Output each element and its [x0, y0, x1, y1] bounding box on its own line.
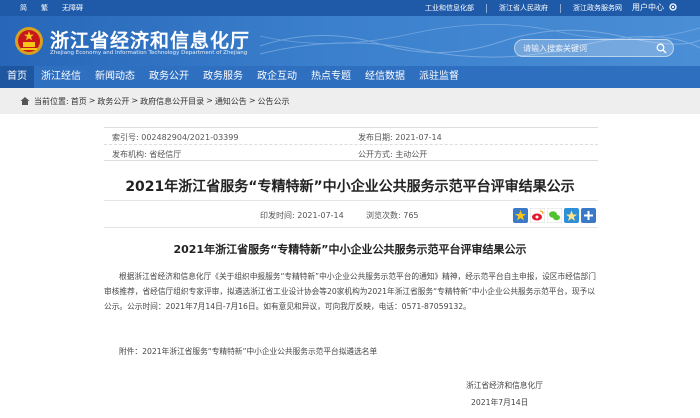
nav-item-government-affairs[interactable]: 政务公开 [142, 66, 196, 88]
wechat-icon[interactable] [547, 208, 562, 223]
publish-date: 发布日期: 2021-07-14 [358, 133, 442, 142]
external-links: 工业和信息化部 浙江省人民政府 浙江政务服务网 [425, 3, 622, 13]
site-subtitle: Zhejiang Economy and Information Technol… [50, 50, 248, 56]
nav-item-home[interactable]: 首页 [0, 66, 34, 88]
breadcrumb-separator: > [131, 96, 139, 105]
settings-icon[interactable] [668, 2, 678, 12]
weibo-icon[interactable] [530, 208, 545, 223]
miit-link[interactable]: 工业和信息化部 [425, 3, 474, 13]
breadcrumb-separator: > [206, 96, 213, 105]
accessibility-link[interactable]: 无障碍 [62, 3, 83, 13]
article-stats-bar: 印发时间: 2021-07-14 浏览次数: 765 [104, 200, 598, 228]
meta-row: 发布机构: 省经信厅 公开方式: 主动公开 [104, 145, 598, 162]
national-emblem-logo[interactable] [14, 26, 44, 56]
breadcrumb-separator: > [88, 96, 96, 105]
signature-organization: 浙江省经济和信息化厅 [466, 381, 543, 390]
search-box[interactable] [514, 39, 674, 57]
nav-item-supervision[interactable]: 派驻监督 [412, 66, 466, 88]
document-meta-table: 索引号: 002482904/2021-03399 发布日期: 2021-07-… [104, 127, 598, 161]
nav-item-hot-topics[interactable]: 热点专题 [304, 66, 358, 88]
zj-service-link[interactable]: 浙江政务服务网 [573, 3, 622, 13]
search-icon[interactable] [656, 43, 667, 54]
nav-item-news[interactable]: 新闻动态 [88, 66, 142, 88]
favorite-star-icon[interactable] [513, 208, 528, 223]
language-links: 简 繁 无障碍 [20, 3, 83, 13]
nav-item-zhejiang-jingxin[interactable]: 浙江经信 [34, 66, 88, 88]
nav-item-interaction[interactable]: 政企互动 [250, 66, 304, 88]
qzone-icon[interactable] [564, 208, 579, 223]
main-navigation: 首页 浙江经信 新闻动态 政务公开 政务服务 政企互动 热点专题 经信数据 派驻… [0, 66, 700, 88]
nav-item-data[interactable]: 经信数据 [358, 66, 412, 88]
index-number: 索引号: 002482904/2021-03399 [112, 133, 239, 142]
more-share-icon[interactable] [581, 208, 596, 223]
traditional-chinese-link[interactable]: 繁 [41, 3, 48, 13]
meta-row: 索引号: 002482904/2021-03399 发布日期: 2021-07-… [104, 128, 598, 145]
user-center-link[interactable]: 用户中心 [632, 2, 664, 13]
breadcrumb-announcements[interactable]: 公告公示 [258, 96, 290, 107]
site-title[interactable]: 浙江省经济和信息化厅 [50, 26, 250, 53]
home-icon [20, 97, 30, 105]
divider [560, 3, 561, 13]
view-count: 浏览次数: 765 [366, 211, 419, 220]
publisher: 发布机构: 省经信厅 [112, 150, 182, 159]
zj-government-link[interactable]: 浙江省人民政府 [499, 3, 548, 13]
breadcrumb-notices[interactable]: 通知公告 [215, 96, 247, 107]
top-utility-bar: 简 繁 无障碍 工业和信息化部 浙江省人民政府 浙江政务服务网 用户中心 [0, 0, 700, 16]
simplified-chinese-link[interactable]: 简 [20, 3, 27, 13]
site-header: 浙江省经济和信息化厅 Zhejiang Economy and Informat… [0, 16, 700, 66]
breadcrumb-label: 当前位置: [34, 97, 69, 106]
article-body: 根据浙江省经济和信息化厅《关于组织申报服务“专精特新”中小企业公共服务示范平台的… [104, 272, 596, 311]
breadcrumb-catalog[interactable]: 政府信息公开目录 [140, 96, 204, 107]
breadcrumb-home[interactable]: 首页 [71, 96, 87, 107]
public-mode: 公开方式: 主动公开 [358, 150, 428, 159]
search-input[interactable] [523, 43, 643, 54]
breadcrumb-government-affairs[interactable]: 政务公开 [97, 96, 129, 107]
breadcrumb: 当前位置: 首页 > 政务公开 > 政府信息公开目录 > 通知公告 > 公告公示 [0, 88, 700, 114]
article-heading: 2021年浙江省服务“专精特新”中小企业公共服务示范平台评审结果公示 [173, 243, 527, 256]
print-date: 印发时间: 2021-07-14 [260, 211, 344, 220]
share-bar [513, 208, 596, 223]
signature-date: 2021年7月14日 [471, 398, 529, 407]
article-title: 2021年浙江省服务“专精特新”中小企业公共服务示范平台评审结果公示 [125, 179, 575, 195]
breadcrumb-separator: > [248, 96, 256, 105]
attachment-link[interactable]: 附件：2021年浙江省服务“专精特新”中小企业公共服务示范平台拟遴选名单 [104, 346, 377, 357]
nav-item-government-services[interactable]: 政务服务 [196, 66, 250, 88]
divider [486, 3, 487, 13]
